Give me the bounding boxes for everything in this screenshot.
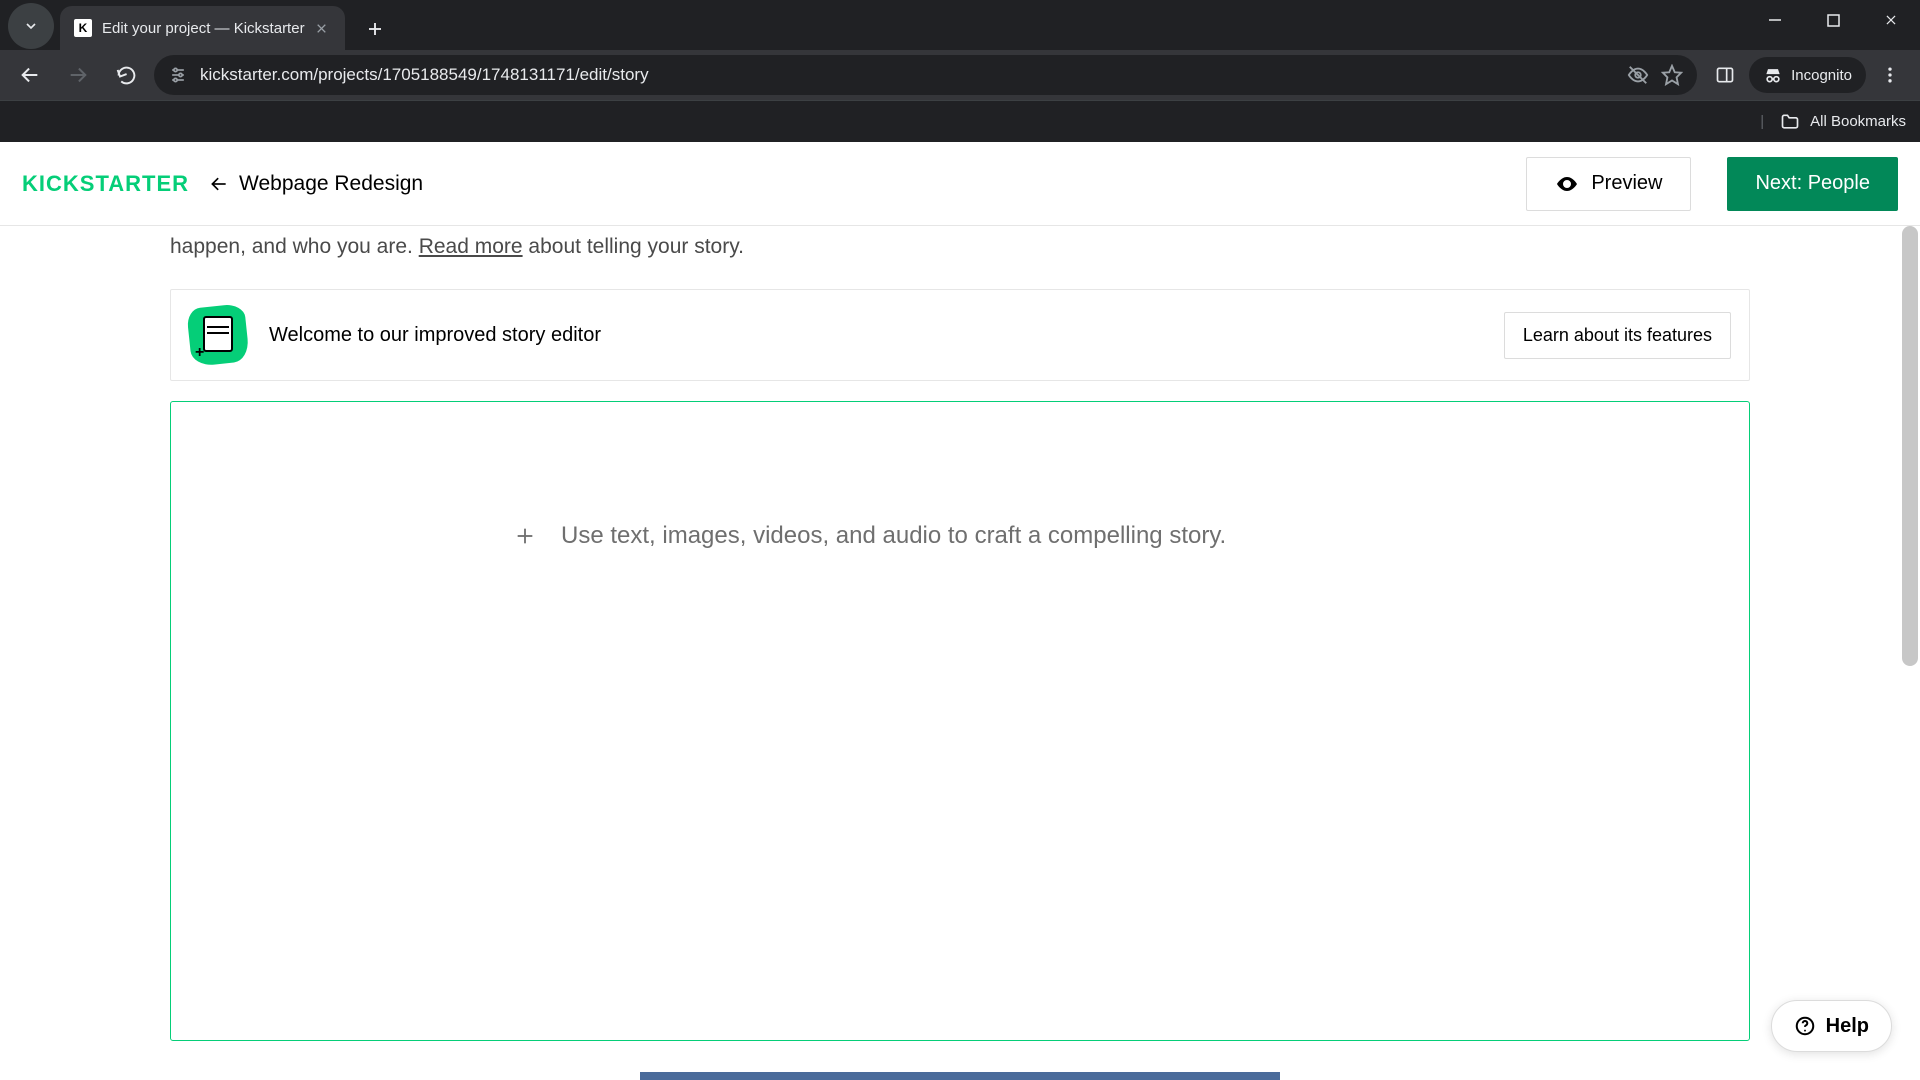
page-content: KICKSTARTER Webpage Redesign Preview Nex…: [0, 142, 1920, 1080]
titlebar: K Edit your project — Kickstarter: [0, 0, 1920, 50]
back-to-project-link[interactable]: Webpage Redesign: [209, 172, 423, 196]
bookmark-star-button[interactable]: [1661, 64, 1683, 86]
minimize-icon: [1768, 13, 1782, 27]
nav-back-button[interactable]: [10, 55, 50, 95]
nav-forward-button[interactable]: [58, 55, 98, 95]
editor-placeholder: Use text, images, videos, and audio to c…: [561, 522, 1226, 550]
intro-suffix: about telling your story.: [523, 235, 744, 258]
tab-search-button[interactable]: [8, 3, 54, 49]
next-label: Next: People: [1755, 172, 1870, 195]
help-icon: [1794, 1015, 1816, 1037]
page-scrollbar-thumb[interactable]: [1902, 226, 1918, 666]
browser-tab-active[interactable]: K Edit your project — Kickstarter: [60, 6, 345, 50]
eye-icon: [1555, 172, 1579, 196]
app-header: KICKSTARTER Webpage Redesign Preview Nex…: [0, 142, 1920, 226]
next-button[interactable]: Next: People: [1727, 157, 1898, 211]
intro-text: happen, and who you are. Read more about…: [170, 232, 1750, 261]
window-minimize-button[interactable]: [1746, 0, 1804, 40]
kebab-icon: [1880, 65, 1900, 85]
tab-title: Edit your project — Kickstarter: [102, 20, 305, 37]
side-panel-button[interactable]: [1705, 55, 1745, 95]
tab-favicon: K: [74, 19, 92, 37]
welcome-text: Welcome to our improved story editor: [269, 324, 1482, 347]
separator: |: [1760, 113, 1764, 130]
browser-toolbar: kickstarter.com/projects/1705188549/1748…: [0, 50, 1920, 100]
kickstarter-logo[interactable]: KICKSTARTER: [22, 171, 189, 197]
folder-icon: [1780, 112, 1800, 132]
intro-prefix: happen, and who you are.: [170, 235, 419, 258]
incognito-label: Incognito: [1791, 67, 1852, 84]
nav-reload-button[interactable]: [106, 55, 146, 95]
bottom-accent-bar: [640, 1072, 1280, 1080]
panel-icon: [1715, 65, 1735, 85]
reload-icon: [116, 65, 137, 86]
welcome-banner: + Welcome to our improved story editor L…: [170, 289, 1750, 381]
arrow-left-icon: [209, 174, 229, 194]
chevron-down-icon: [23, 18, 39, 34]
window-maximize-button[interactable]: [1804, 0, 1862, 40]
preview-label: Preview: [1591, 172, 1662, 195]
window-controls: [1746, 0, 1920, 40]
incognito-icon: [1763, 65, 1783, 85]
window-close-button[interactable]: [1862, 0, 1920, 40]
incognito-indicator[interactable]: Incognito: [1749, 57, 1866, 93]
site-settings-icon[interactable]: [168, 65, 188, 85]
story-editor-icon: +: [189, 306, 247, 364]
learn-features-button[interactable]: Learn about its features: [1504, 312, 1731, 359]
tab-close-button[interactable]: [313, 19, 331, 37]
story-section: happen, and who you are. Read more about…: [0, 232, 1920, 1041]
project-name: Webpage Redesign: [239, 172, 423, 196]
story-editor[interactable]: Use text, images, videos, and audio to c…: [170, 401, 1750, 1041]
arrow-right-icon: [67, 64, 89, 86]
preview-button[interactable]: Preview: [1526, 157, 1691, 211]
all-bookmarks-link[interactable]: All Bookmarks: [1810, 113, 1906, 130]
help-button[interactable]: Help: [1771, 1000, 1892, 1052]
browser-menu-button[interactable]: [1870, 55, 1910, 95]
browser-chrome: K Edit your project — Kickstarter: [0, 0, 1920, 142]
bookmarks-bar: | All Bookmarks: [0, 100, 1920, 142]
close-icon: [315, 22, 328, 35]
address-bar[interactable]: kickstarter.com/projects/1705188549/1748…: [154, 55, 1697, 95]
maximize-icon: [1827, 14, 1840, 27]
new-tab-button[interactable]: [357, 11, 393, 47]
read-more-link[interactable]: Read more: [419, 235, 523, 258]
editor-placeholder-row: Use text, images, videos, and audio to c…: [511, 522, 1689, 550]
plus-icon: [366, 20, 384, 38]
add-block-button[interactable]: [511, 522, 539, 550]
close-icon: [1884, 13, 1898, 27]
arrow-left-icon: [19, 64, 41, 86]
toolbar-right: Incognito: [1705, 55, 1910, 95]
plus-icon: [514, 525, 536, 547]
help-label: Help: [1826, 1015, 1869, 1038]
tab-strip: K Edit your project — Kickstarter: [0, 0, 393, 50]
url-text: kickstarter.com/projects/1705188549/1748…: [200, 65, 1615, 85]
eye-off-icon[interactable]: [1627, 64, 1649, 86]
